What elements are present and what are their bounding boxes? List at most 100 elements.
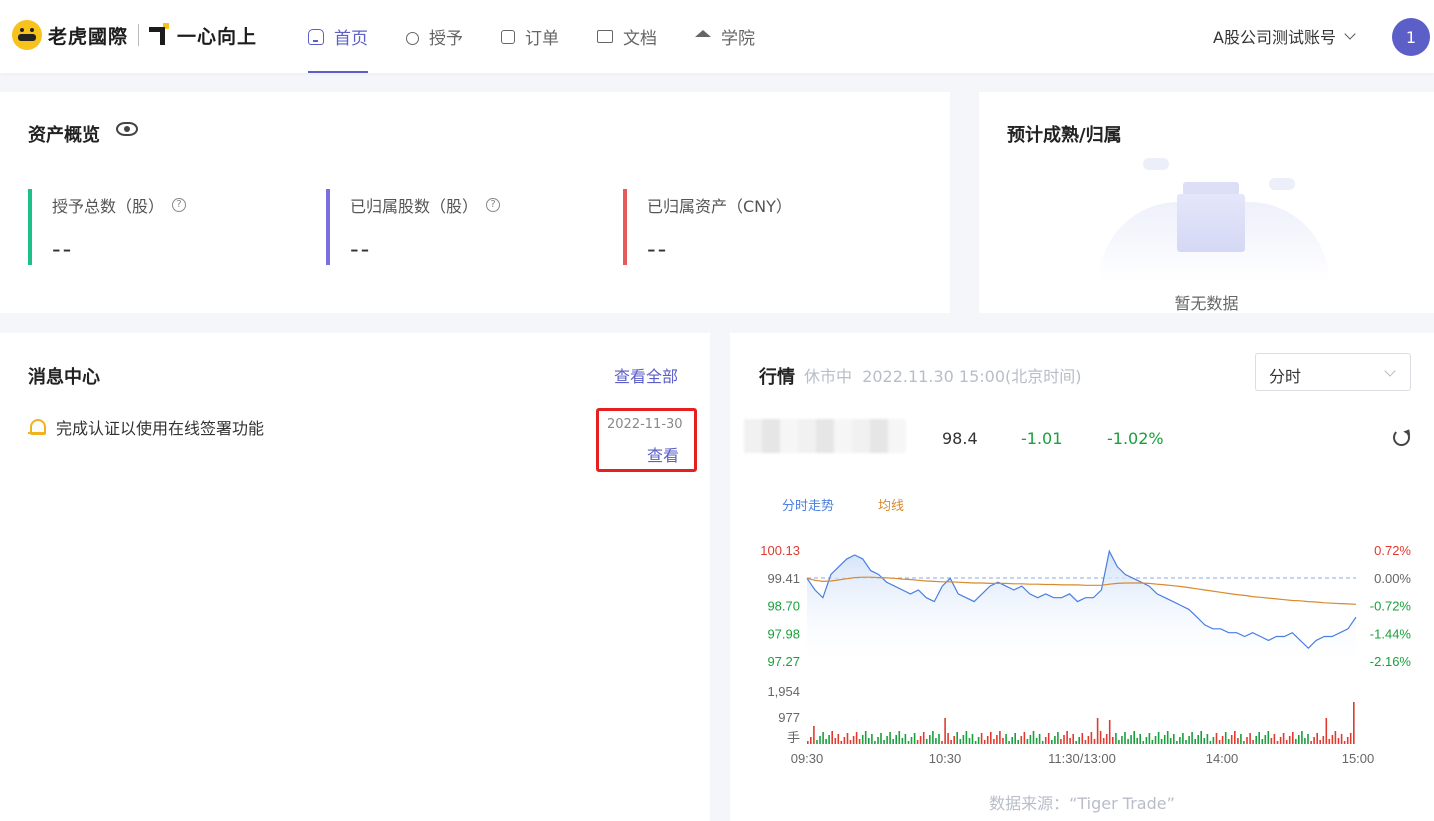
volume-bar: [1133, 731, 1135, 744]
y-tick-label-left: 97.98: [767, 626, 800, 641]
volume-bar: [1023, 732, 1026, 744]
quote-price: 98.4: [942, 429, 978, 448]
volume-bar: [922, 732, 925, 744]
volume-bar: [1295, 739, 1297, 744]
volume-bar: [1240, 734, 1242, 744]
volume-bar: [1112, 737, 1114, 744]
volume-bar: [1316, 733, 1318, 744]
volume-bar: [1142, 741, 1145, 744]
volume-bar: [1014, 733, 1016, 744]
volume-bar: [932, 731, 934, 744]
volume-bar: [1334, 731, 1337, 744]
volume-bar: [968, 738, 971, 744]
volume-bar: [1325, 718, 1328, 744]
account-switcher[interactable]: A股公司测试账号: [1213, 24, 1356, 48]
volume-bar: [1218, 740, 1221, 744]
volume-bar: [993, 739, 995, 744]
volume-bar: [1169, 738, 1172, 744]
volume-bar: [1032, 731, 1035, 744]
volume-bar: [1105, 734, 1108, 744]
volume-bar: [1209, 741, 1212, 744]
legend-average: 均线: [878, 498, 904, 513]
volume-bar: [868, 738, 870, 744]
avatar[interactable]: 1: [1392, 18, 1430, 56]
volume-bar: [1340, 734, 1343, 744]
volume-bar: [855, 732, 858, 744]
volume-bar: [880, 733, 882, 744]
volume-bar: [1191, 732, 1193, 744]
volume-bar: [1249, 733, 1251, 744]
volume-bar: [834, 738, 837, 744]
y-tick-label-right: -2.16%: [1370, 654, 1412, 669]
brand-logo[interactable]: 老虎國際 一心向上: [12, 20, 257, 50]
volume-bar: [874, 741, 876, 744]
market-panel: 行情 休市中 2022.11.30 15:00(北京时间) 分时 98.4 -1…: [730, 333, 1434, 821]
nav-item-orders[interactable]: 订单: [501, 0, 559, 73]
volume-bar: [1047, 733, 1050, 744]
volume-bar: [962, 735, 965, 744]
volume-bar: [1346, 737, 1349, 744]
y-tick-label-right: -1.44%: [1370, 626, 1412, 641]
volume-bar: [965, 731, 968, 744]
stock-name-blurred: [744, 419, 906, 453]
help-icon[interactable]: ?: [486, 198, 501, 212]
asset-overview-title: 资产概览: [28, 125, 100, 146]
volume-bar: [1282, 733, 1285, 744]
volume-bar: [1337, 738, 1340, 744]
bell-icon: [28, 418, 46, 436]
volume-bar: [1343, 741, 1346, 744]
stat-value: --: [52, 235, 74, 263]
nav-item-label: 授予: [429, 29, 463, 49]
list-item: 完成认证以使用在线签署功能: [28, 415, 264, 439]
price-area: [807, 551, 1356, 661]
order-icon: [501, 29, 515, 44]
nav-item-home[interactable]: 首页: [308, 0, 368, 73]
tiger-logo-icon: [12, 20, 42, 50]
view-all-link[interactable]: 查看全部: [614, 363, 678, 387]
volume-bar: [1285, 740, 1288, 744]
volume-bar: [1234, 731, 1236, 744]
nav-item-grants[interactable]: 授予: [406, 0, 463, 73]
volume-bar: [1145, 737, 1148, 744]
volume-bar: [1029, 735, 1032, 744]
refresh-icon[interactable]: [1393, 429, 1410, 446]
volume-bar: [883, 740, 885, 744]
stat-accent-bar: [326, 189, 330, 265]
volume-bar: [910, 737, 913, 744]
empty-state-illustration: [1099, 152, 1329, 282]
volume-bar: [1154, 736, 1157, 744]
volume-bar: [1261, 739, 1264, 744]
period-select[interactable]: 分时: [1255, 353, 1411, 391]
volume-bar: [1267, 731, 1270, 744]
volume-bar: [1093, 739, 1096, 744]
volume-bar: [1188, 736, 1190, 744]
volume-bar: [1084, 740, 1087, 744]
volume-tick-label: 977: [778, 710, 800, 725]
quote-change: -1.01: [1021, 429, 1063, 448]
volume-bar: [1099, 731, 1102, 744]
volume-bar: [1224, 732, 1227, 744]
volume-bar: [1182, 733, 1184, 744]
nav-item-academy[interactable]: 学院: [695, 0, 755, 73]
volume-bar: [1331, 735, 1334, 744]
market-status-text: 休市中: [804, 367, 853, 386]
volume-bar: [1069, 738, 1071, 744]
volume-bar: [1264, 735, 1267, 744]
help-icon[interactable]: ?: [172, 198, 187, 212]
nav-item-documents[interactable]: 文档: [597, 0, 657, 73]
nav-item-label: 学院: [721, 29, 755, 49]
volume-bar: [858, 739, 861, 744]
volume-bar: [944, 718, 946, 744]
volume-bar: [1276, 741, 1279, 744]
brand-name: 老虎國際: [48, 25, 129, 48]
volume-bar: [1227, 739, 1230, 744]
volume-bar: [1252, 740, 1254, 744]
volume-bar: [1075, 741, 1077, 744]
volume-bar: [1237, 738, 1239, 744]
eye-icon[interactable]: [116, 122, 138, 136]
volume-bar: [1008, 741, 1010, 744]
asset-overview-panel: 资产概览 授予总数（股）? -- 已归属股数（股）? -- 已归属资产（CNY）…: [0, 92, 950, 313]
message-text: 完成认证以使用在线签署功能: [56, 419, 265, 438]
volume-bar: [1157, 732, 1160, 744]
intraday-chart: 分时走势 均线 100.13 0.72% 99.41 0.00% 98.70 -0.72%…: [760, 498, 1412, 766]
